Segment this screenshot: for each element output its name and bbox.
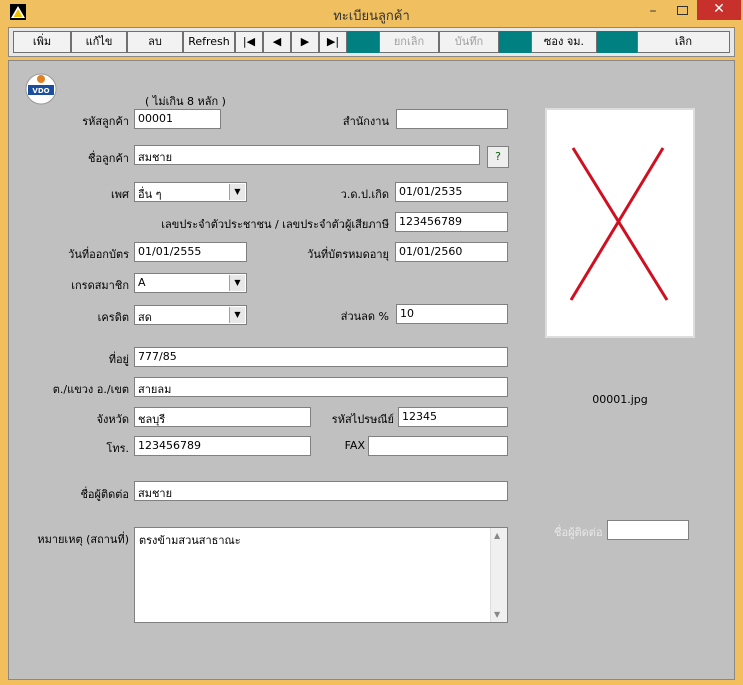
chevron-down-icon[interactable]: ▼	[229, 275, 245, 291]
branch-label: สำนักงาน	[342, 115, 389, 128]
svg-text:VDO: VDO	[32, 87, 49, 95]
toolbar: เพิ่ม แก้ไข ลบ Refresh |◀ ◀ ▶ ▶| ยกเลิก …	[8, 27, 735, 57]
address-label: ที่อยู่	[108, 353, 129, 366]
remark-textarea[interactable]: ตรงข้ามสวนสาธาณะ ▲ ▼	[134, 527, 508, 623]
issue-date-label: วันที่ออกบัตร	[68, 248, 129, 261]
last-record-button[interactable]: ▶|	[319, 31, 347, 53]
remark-label: หมายเหตุ (สถานที่)	[37, 533, 129, 546]
birthdate-input[interactable]: 01/01/2535	[395, 182, 508, 202]
phone-label: โทร.	[106, 442, 129, 455]
expiry-date-input[interactable]: 01/01/2560	[395, 242, 508, 262]
province-label: จังหวัด	[96, 413, 129, 426]
id-number-label: เลขประจำตัวประชาชน / เลขประจำตัวผู้เสียภ…	[161, 218, 389, 231]
customer-form: VDO ( ไม่เกิน 8 หลัก ) รหัสลูกค้า 00001 …	[8, 60, 735, 680]
first-record-button[interactable]: |◀	[235, 31, 263, 53]
contact2-label: ชื่อผู้ติดต่อ	[554, 526, 603, 539]
province-input[interactable]: ชลบุรี	[134, 407, 311, 427]
customer-name-label: ชื่อลูกค้า	[87, 152, 129, 165]
issue-date-input[interactable]: 01/01/2555	[134, 242, 247, 262]
branch-input[interactable]	[396, 109, 508, 129]
envelope-button[interactable]: ซอง จม.	[531, 31, 597, 53]
address-input[interactable]: 777/85	[134, 347, 508, 367]
remark-text: ตรงข้ามสวนสาธาณะ	[139, 534, 241, 547]
birthdate-label: ว.ด.ป.เกิด	[340, 188, 389, 201]
refresh-button[interactable]: Refresh	[183, 31, 235, 53]
chevron-down-icon[interactable]: ▼	[229, 184, 245, 200]
toolbar-spacer	[597, 31, 637, 53]
remark-scrollbar[interactable]: ▲ ▼	[490, 528, 507, 622]
contact2-input[interactable]	[607, 520, 689, 540]
contact-label: ชื่อผู้ติดต่อ	[80, 488, 129, 501]
code-hint: ( ไม่เกิน 8 หลัก )	[145, 95, 226, 108]
contact-input[interactable]: สมชาย	[134, 481, 508, 501]
phone-input[interactable]: 123456789	[134, 436, 311, 456]
expiry-date-label: วันที่บัตรหมดอายุ	[307, 248, 389, 261]
member-grade-value: A	[138, 276, 146, 289]
fax-label: FAX	[344, 439, 365, 452]
fax-input[interactable]	[368, 436, 508, 456]
subdistrict-label: ต./แขวง อ./เขต	[52, 383, 129, 396]
scroll-down-icon[interactable]: ▼	[494, 610, 500, 619]
customer-name-input[interactable]: สมชาย	[134, 145, 480, 165]
close-button[interactable]: ✕	[697, 0, 741, 20]
minimize-button[interactable]: –	[643, 3, 663, 21]
delete-button[interactable]: ลบ	[127, 31, 183, 53]
exit-button[interactable]: เลิก	[637, 31, 730, 53]
cancel-button[interactable]: ยกเลิก	[379, 31, 439, 53]
credit-label: เครดิต	[97, 311, 129, 324]
customer-photo[interactable]	[545, 108, 695, 338]
gender-label: เพศ	[111, 188, 129, 201]
photo-filename: 00001.jpg	[592, 393, 648, 406]
scroll-up-icon[interactable]: ▲	[494, 531, 500, 540]
credit-value: สด	[138, 311, 152, 324]
gender-select[interactable]: อื่น ๆ ▼	[134, 182, 247, 202]
id-number-input[interactable]: 123456789	[395, 212, 508, 232]
add-button[interactable]: เพิ่ม	[13, 31, 71, 53]
subdistrict-input[interactable]: สายลม	[134, 377, 508, 397]
toolbar-spacer	[499, 31, 531, 53]
credit-select[interactable]: สด ▼	[134, 305, 247, 325]
prev-record-button[interactable]: ◀	[263, 31, 291, 53]
maximize-button[interactable]	[672, 3, 692, 21]
window-title: ทะเบียนลูกค้า	[333, 9, 410, 24]
gender-value: อื่น ๆ	[138, 188, 162, 201]
title-bar: ทะเบียนลูกค้า – ✕	[0, 0, 743, 26]
edit-button[interactable]: แก้ไข	[71, 31, 127, 53]
next-record-button[interactable]: ▶	[291, 31, 319, 53]
toolbar-spacer	[347, 31, 379, 53]
missing-image-icon	[569, 147, 669, 301]
save-button[interactable]: บันทึก	[439, 31, 499, 53]
member-grade-label: เกรดสมาชิก	[71, 279, 129, 292]
maximize-icon	[676, 6, 688, 15]
company-logo: VDO	[25, 71, 57, 107]
discount-input[interactable]: 10	[396, 304, 508, 324]
member-grade-select[interactable]: A ▼	[134, 273, 247, 293]
lookup-button[interactable]: ?	[487, 146, 509, 168]
postcode-label: รหัสไปรษณีย์	[331, 413, 394, 426]
customer-code-input[interactable]: 00001	[134, 109, 221, 129]
discount-label: ส่วนลด %	[340, 310, 389, 323]
customer-code-label: รหัสลูกค้า	[82, 115, 129, 128]
chevron-down-icon[interactable]: ▼	[229, 307, 245, 323]
postcode-input[interactable]: 12345	[398, 407, 508, 427]
